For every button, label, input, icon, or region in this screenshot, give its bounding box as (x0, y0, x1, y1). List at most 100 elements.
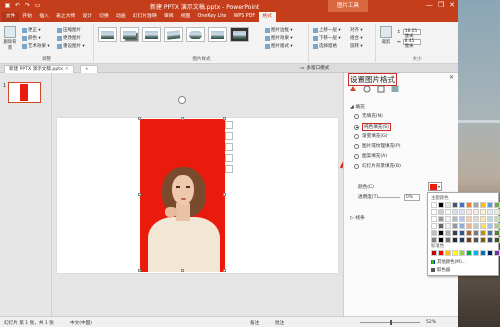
theme-color-swatch[interactable] (452, 216, 458, 222)
theme-color-swatch[interactable] (438, 223, 444, 229)
undo-icon[interactable]: ↶ (14, 2, 21, 9)
theme-color-swatch[interactable] (445, 237, 451, 243)
theme-color-swatch[interactable] (480, 223, 486, 229)
theme-color-swatch[interactable] (487, 216, 493, 222)
more-quick-icon[interactable] (225, 165, 233, 173)
tab-home[interactable]: 开始 (19, 12, 36, 22)
bring-forward-button[interactable]: 上移一层 ▾ (313, 27, 341, 33)
selected-picture[interactable] (140, 119, 225, 272)
theme-color-swatch[interactable] (459, 237, 465, 243)
send-backward-button[interactable]: 下移一层 ▾ (313, 35, 341, 41)
notes-button[interactable]: 备注 (250, 320, 259, 326)
group-button[interactable]: 组合 ▾ (350, 35, 363, 41)
zoom-level[interactable]: 52% (426, 320, 436, 325)
more-colors-option[interactable]: 其他颜色(M)... (431, 259, 466, 265)
tab-design[interactable]: 设计 (79, 12, 96, 22)
picture-texture-fill-option[interactable]: 图片或纹理填充(P) (354, 143, 401, 149)
theme-color-swatch[interactable] (466, 209, 472, 215)
standard-color-swatch[interactable] (480, 250, 486, 256)
picture-style-7[interactable] (230, 27, 249, 42)
standard-color-swatch[interactable] (452, 250, 458, 256)
picture-style-1[interactable] (98, 27, 117, 42)
theme-color-swatch[interactable] (459, 209, 465, 215)
theme-color-swatch[interactable] (431, 216, 437, 222)
height-input[interactable]: 18.05 厘米 (402, 29, 421, 38)
rotate-button[interactable]: 旋转 ▾ (350, 43, 363, 49)
width-input[interactable]: 8.45 厘米 (402, 39, 421, 48)
theme-color-swatch[interactable] (445, 202, 451, 208)
theme-color-swatch[interactable] (487, 230, 493, 236)
new-tab-button[interactable]: + (80, 65, 98, 73)
radio-no-fill[interactable] (354, 113, 359, 119)
standard-color-swatch[interactable] (431, 250, 437, 256)
theme-color-swatch[interactable] (480, 216, 486, 222)
theme-color-swatch[interactable] (494, 230, 500, 236)
slide-bg-fill-option[interactable]: 幻灯片背景填充(B) (354, 163, 401, 169)
theme-color-swatch[interactable] (487, 237, 493, 243)
picture-style-5[interactable] (186, 27, 205, 42)
effects-icon[interactable] (363, 85, 371, 93)
slide-thumbnail-1[interactable] (8, 82, 41, 103)
resize-handle-bottom-left[interactable] (138, 269, 141, 272)
tab-animations[interactable]: 动画 (112, 12, 129, 22)
fill-quick-icon[interactable] (225, 143, 233, 151)
theme-color-swatch[interactable] (473, 216, 479, 222)
theme-color-swatch[interactable] (494, 216, 500, 222)
remove-background-button[interactable]: 删除背景 (2, 26, 18, 51)
theme-color-swatch[interactable] (438, 209, 444, 215)
comments-button[interactable]: 批注 (275, 320, 284, 326)
theme-color-swatch[interactable] (459, 216, 465, 222)
selection-pane-button[interactable]: 选择窗格 (313, 43, 337, 49)
picture-style-4[interactable] (164, 27, 183, 42)
corrections-button[interactable]: 更正 ▾ (22, 27, 41, 33)
theme-color-swatch[interactable] (473, 202, 479, 208)
eyedropper-option[interactable]: 取色器 (431, 267, 450, 273)
resize-handle-top-right[interactable] (223, 117, 226, 120)
start-slideshow-icon[interactable]: ▭ (34, 2, 41, 9)
tab-table-master[interactable]: 表之大师 (52, 12, 78, 22)
transparency-input[interactable]: 0% (404, 194, 420, 201)
save-icon[interactable]: ▣ (4, 2, 11, 9)
picture-style-6[interactable] (208, 27, 227, 42)
picture-effects-button[interactable]: 图片效果 ▾ (265, 35, 293, 41)
picture-icon[interactable] (391, 85, 399, 93)
document-tab-active[interactable]: 新建 PPTX 演示文稿.pptx ✕ (4, 65, 74, 73)
rotate-handle[interactable] (178, 96, 186, 104)
radio-pattern-fill[interactable] (354, 153, 359, 159)
resize-handle-bottom-right[interactable] (223, 269, 226, 272)
theme-color-swatch[interactable] (445, 216, 451, 222)
theme-color-swatch[interactable] (452, 223, 458, 229)
tab-slideshow[interactable]: 幻灯片放映 (129, 12, 160, 22)
theme-color-swatch[interactable] (459, 202, 465, 208)
radio-picture-fill[interactable] (354, 143, 359, 149)
redo-icon[interactable]: ↷ (24, 2, 31, 9)
theme-color-swatch[interactable] (445, 230, 451, 236)
theme-color-swatch[interactable] (494, 237, 500, 243)
theme-color-swatch[interactable] (480, 209, 486, 215)
theme-color-swatch[interactable] (466, 223, 472, 229)
theme-color-swatch[interactable] (445, 223, 451, 229)
theme-color-swatch[interactable] (431, 202, 437, 208)
theme-color-swatch[interactable] (473, 223, 479, 229)
theme-color-swatch[interactable] (473, 237, 479, 243)
standard-color-swatch[interactable] (487, 250, 493, 256)
theme-color-swatch[interactable] (480, 202, 486, 208)
standard-color-swatch[interactable] (494, 250, 500, 256)
standard-color-swatch[interactable] (438, 250, 444, 256)
theme-color-swatch[interactable] (487, 223, 493, 229)
restore-button[interactable]: ❐ (438, 1, 444, 9)
theme-color-swatch[interactable] (459, 230, 465, 236)
theme-color-swatch[interactable] (438, 230, 444, 236)
crop-quick-icon[interactable] (225, 132, 233, 140)
radio-slide-bg-fill[interactable] (354, 163, 359, 169)
theme-color-swatch[interactable] (480, 230, 486, 236)
size-properties-icon[interactable] (377, 85, 385, 93)
theme-color-swatch[interactable] (452, 237, 458, 243)
layout-options-icon[interactable] (225, 121, 233, 129)
radio-gradient-fill[interactable] (354, 133, 359, 139)
standard-color-swatch[interactable] (459, 250, 465, 256)
outline-quick-icon[interactable] (225, 154, 233, 162)
compress-pictures-button[interactable]: 压缩图片 (57, 27, 81, 33)
theme-color-swatch[interactable] (459, 223, 465, 229)
crop-button[interactable]: 裁剪 (379, 26, 393, 45)
